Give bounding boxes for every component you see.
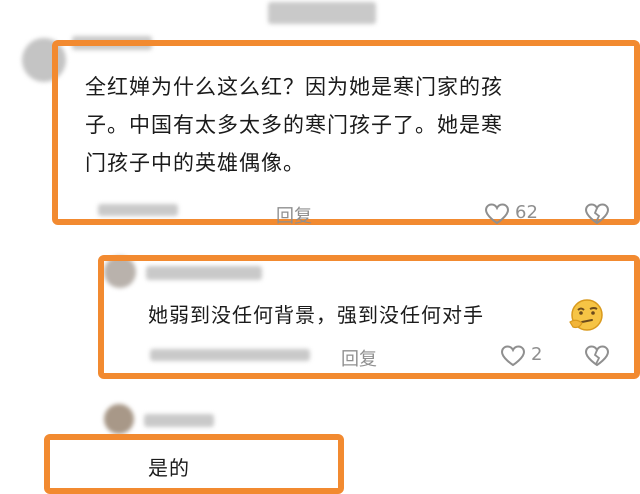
like-count: 62 [515,202,538,223]
thinking-face-emoji [569,299,603,331]
comment-3-text: 是的 [148,456,190,480]
blurred-header [268,2,376,24]
blurred-timestamp [150,349,310,361]
comment-1-line-3: 门孩子中的英雄偶像。 [85,151,305,175]
avatar[interactable] [104,404,134,434]
heart-outline-icon[interactable] [484,203,510,225]
blurred-username [144,414,214,427]
comment-text-3: 是的 [148,449,190,487]
comment-text-1: 全红婵为什么这么红？因为她是寒门家的孩 子。中国有太多太多的寒门孩子了。她是寒 … [85,68,503,182]
comment-text-2: 她弱到没任何背景，强到没任何对手 [148,296,484,334]
reply-button[interactable]: 回复 [276,202,312,228]
comment-1-line-1: 全红婵为什么这么红？因为她是寒门家的孩 [85,75,503,99]
comment-1-line-2: 子。中国有太多太多的寒门孩子了。她是寒 [85,113,503,137]
like-count: 2 [531,344,543,365]
comment-highlight-box-3 [44,434,344,494]
broken-heart-icon[interactable] [584,203,610,225]
heart-outline-icon[interactable] [500,345,526,367]
broken-heart-icon[interactable] [584,345,610,367]
reply-button[interactable]: 回复 [341,345,377,371]
comment-2-text: 她弱到没任何背景，强到没任何对手 [148,303,484,327]
blurred-timestamp [98,204,178,216]
